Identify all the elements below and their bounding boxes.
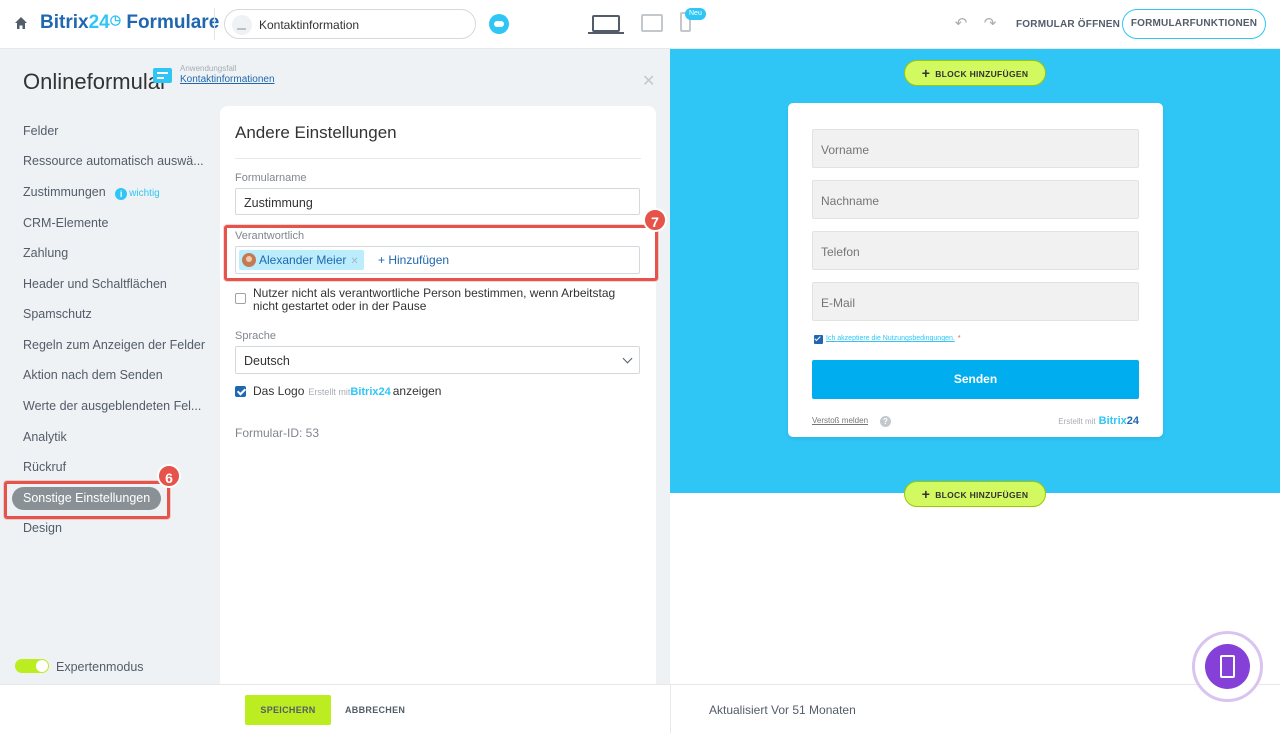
sidebar-item-design[interactable]: Design: [23, 521, 62, 535]
undo-icon[interactable]: ↶: [954, 16, 968, 31]
email-field[interactable]: E-Mail: [812, 282, 1139, 321]
divider: [214, 8, 215, 40]
top-bar: Bitrix24◷ Formulare Kontaktinformation N…: [0, 0, 1280, 49]
expert-mode-toggle[interactable]: [15, 659, 49, 673]
plus-icon: +: [921, 486, 931, 502]
plus-icon: +: [921, 65, 931, 81]
section-title: Andere Einstellungen: [235, 123, 397, 142]
open-form-link[interactable]: FORMULAR ÖFFNEN: [1016, 19, 1120, 30]
form-name-label: Formularname: [235, 172, 307, 184]
help-icon[interactable]: ?: [880, 416, 891, 427]
step-marker-7: 7: [643, 208, 667, 232]
language-label: Sprache: [235, 330, 276, 342]
last-updated: Aktualisiert Vor 51 Monaten: [709, 703, 856, 717]
tablet-view-icon[interactable]: [641, 14, 663, 32]
language-value: Deutsch: [244, 354, 290, 368]
terms-link[interactable]: Ich akzeptiere die Nutzungsbedingungen. *: [826, 335, 961, 342]
cancel-button[interactable]: ABBRECHEN: [345, 705, 405, 715]
form-name-input[interactable]: Zustimmung: [235, 188, 640, 215]
logo-label-start: Das Logo: [253, 384, 305, 398]
brand-number: 24: [88, 12, 110, 33]
redo-icon[interactable]: ↷: [983, 16, 997, 31]
important-label: wichtig: [129, 188, 160, 199]
new-badge: Neu: [685, 8, 706, 20]
clock-icon: ◷: [109, 12, 122, 27]
brand-prefix: Bitrix: [40, 12, 89, 33]
sidebar-item-fields[interactable]: Felder: [23, 124, 58, 138]
report-link[interactable]: Verstoß melden: [812, 416, 868, 425]
logo-label-end: anzeigen: [392, 384, 442, 398]
logo-brand: Bitrix24: [350, 386, 391, 398]
made-with-brand: Bitrix: [1098, 415, 1127, 427]
made-with-brand-num: 24: [1126, 415, 1139, 427]
desktop-view-icon[interactable]: [588, 15, 624, 34]
step-marker-6: 6: [157, 464, 181, 488]
sidebar-item-header-buttons[interactable]: Header und Schaltflächen: [23, 277, 167, 291]
brand-suffix: Formulare: [126, 12, 220, 33]
sidebar-item-label: Zustimmungen: [23, 185, 106, 199]
form-id: Formular-ID: 53: [235, 426, 320, 440]
sidebar-item-after-submit[interactable]: Aktion nach dem Senden: [23, 368, 163, 382]
add-block-label: BLOCK HINZUFÜGEN: [935, 69, 1029, 79]
logo-preview: Erstellt mitBitrix24: [308, 386, 391, 398]
sidebar-item-payment[interactable]: Zahlung: [23, 246, 68, 260]
sidebar-item-analytics[interactable]: Analytik: [23, 430, 67, 444]
show-logo-checkbox[interactable]: [235, 386, 246, 397]
preview-canvas-lower: [670, 493, 1280, 684]
made-with-label: Erstellt mit: [1058, 417, 1096, 426]
home-icon[interactable]: [14, 16, 28, 30]
sidebar-item-field-rules[interactable]: Regeln zum Anzeigen der Felder: [23, 338, 205, 352]
workday-checkbox[interactable]: [235, 293, 246, 304]
important-badge[interactable]: i wichtig: [115, 188, 160, 200]
info-icon: i: [115, 188, 128, 200]
submit-button[interactable]: Senden: [812, 360, 1139, 399]
show-logo-label: Das Logo Erstellt mitBitrix24 anzeigen: [253, 385, 441, 399]
firstname-field[interactable]: Vorname: [812, 129, 1139, 168]
terms-checkbox[interactable]: [814, 335, 823, 344]
close-icon[interactable]: ✕: [642, 71, 655, 91]
footer-bar: SPEICHERN ABBRECHEN Aktualisiert Vor 51 …: [0, 684, 1280, 733]
page-selector[interactable]: Kontaktinformation: [224, 9, 476, 39]
add-block-label: BLOCK HINZUFÜGEN: [935, 490, 1029, 500]
sidebar-item-spam[interactable]: Spamschutz: [23, 307, 92, 321]
workday-checkbox-label: Nutzer nicht als verantwortliche Person …: [253, 286, 616, 313]
sidebar-item-hidden-values[interactable]: Werte der ausgeblendeten Fel...: [23, 399, 201, 413]
divider: [670, 685, 671, 733]
highlight-responsible: [224, 225, 658, 281]
divider: [235, 158, 641, 159]
lastname-field[interactable]: Nachname: [812, 180, 1139, 219]
chevron-down-icon: [622, 353, 633, 364]
form-functions-button[interactable]: FORMULARFUNKTIONEN: [1122, 9, 1266, 39]
cloud-icon[interactable]: [489, 14, 509, 34]
required-mark: *: [957, 335, 961, 342]
sidebar-item-consents[interactable]: Zustimmungen i wichtig: [23, 185, 160, 200]
made-with-bitrix: Erstellt mit Bitrix24: [1058, 415, 1139, 427]
phone-field[interactable]: Telefon: [812, 231, 1139, 270]
settings-panel: Onlineformular Anwendungsfall Kontaktinf…: [0, 49, 670, 686]
sidebar-item-callback[interactable]: Rückruf: [23, 460, 66, 474]
page-name: Kontaktinformation: [259, 18, 360, 32]
sidebar-item-crm[interactable]: CRM-Elemente: [23, 216, 108, 230]
sidebar-item-resource[interactable]: Ressource automatisch auswä...: [23, 154, 204, 168]
settings-card: Andere Einstellungen Formularname Zustim…: [220, 106, 656, 686]
language-select[interactable]: Deutsch: [235, 346, 640, 374]
terms-text: Ich akzeptiere die Nutzungsbedingungen.: [826, 335, 955, 342]
document-icon: [153, 68, 172, 83]
app-logo[interactable]: Bitrix24◷ Formulare: [40, 12, 219, 34]
mobile-preview-icon[interactable]: [1205, 644, 1250, 689]
usecase-label: Anwendungsfall: [180, 64, 237, 73]
add-block-button-bottom[interactable]: + BLOCK HINZUFÜGEN: [904, 481, 1046, 507]
expert-mode-label: Expertenmodus: [56, 660, 144, 674]
highlight-other-settings: [4, 481, 170, 519]
form-preview: Vorname Nachname Telefon E-Mail Ich akze…: [788, 103, 1163, 437]
logo-made-with: Erstellt mit: [308, 387, 351, 397]
usecase-link[interactable]: Kontaktinformationen: [180, 74, 275, 85]
panel-title: Onlineformular: [23, 69, 168, 94]
add-block-button-top[interactable]: + BLOCK HINZUFÜGEN: [904, 60, 1046, 86]
save-button[interactable]: SPEICHERN: [245, 695, 331, 725]
image-icon: [232, 15, 252, 35]
